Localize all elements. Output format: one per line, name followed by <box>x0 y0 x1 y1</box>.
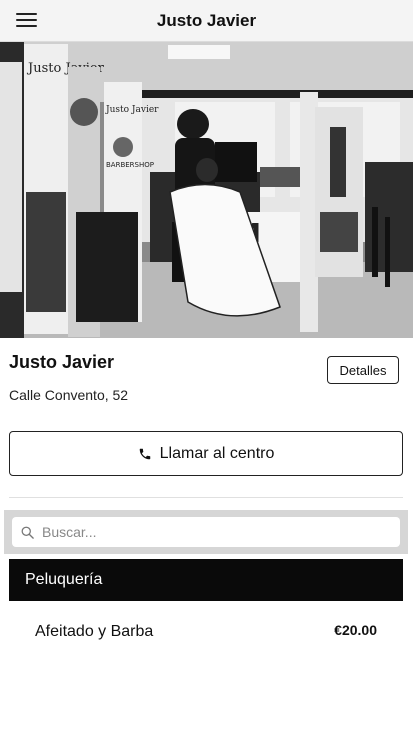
call-center-button[interactable]: Llamar al centro <box>9 431 403 476</box>
service-name: Afeitado y Barba <box>35 623 154 640</box>
business-name: Justo Javier <box>9 352 115 372</box>
banner-text-right: Justo Javier <box>105 105 159 115</box>
category-name: Peluquería <box>25 571 103 588</box>
details-button[interactable]: Detalles <box>327 356 399 384</box>
page-title: Justo Javier <box>156 11 257 30</box>
divider <box>9 497 403 498</box>
search-input[interactable] <box>42 517 394 547</box>
banner-text-mid: BARBERSHOP <box>106 161 154 169</box>
service-price: €20.00 <box>334 622 377 638</box>
top-app-bar: Justo Javier <box>0 0 413 42</box>
search-box <box>12 517 400 547</box>
search-bar-container <box>4 510 408 554</box>
service-list-item[interactable]: Afeitado y Barba €20.00 <box>9 610 403 650</box>
hero-image: Justo Javier Justo Javier BARBERSHOP M <box>0 42 413 338</box>
call-center-label: Llamar al centro <box>159 444 275 462</box>
search-icon <box>21 526 34 539</box>
business-address: Calle Convento, 52 <box>9 387 129 403</box>
phone-icon <box>139 448 150 459</box>
category-header[interactable]: Peluquería <box>9 559 403 601</box>
